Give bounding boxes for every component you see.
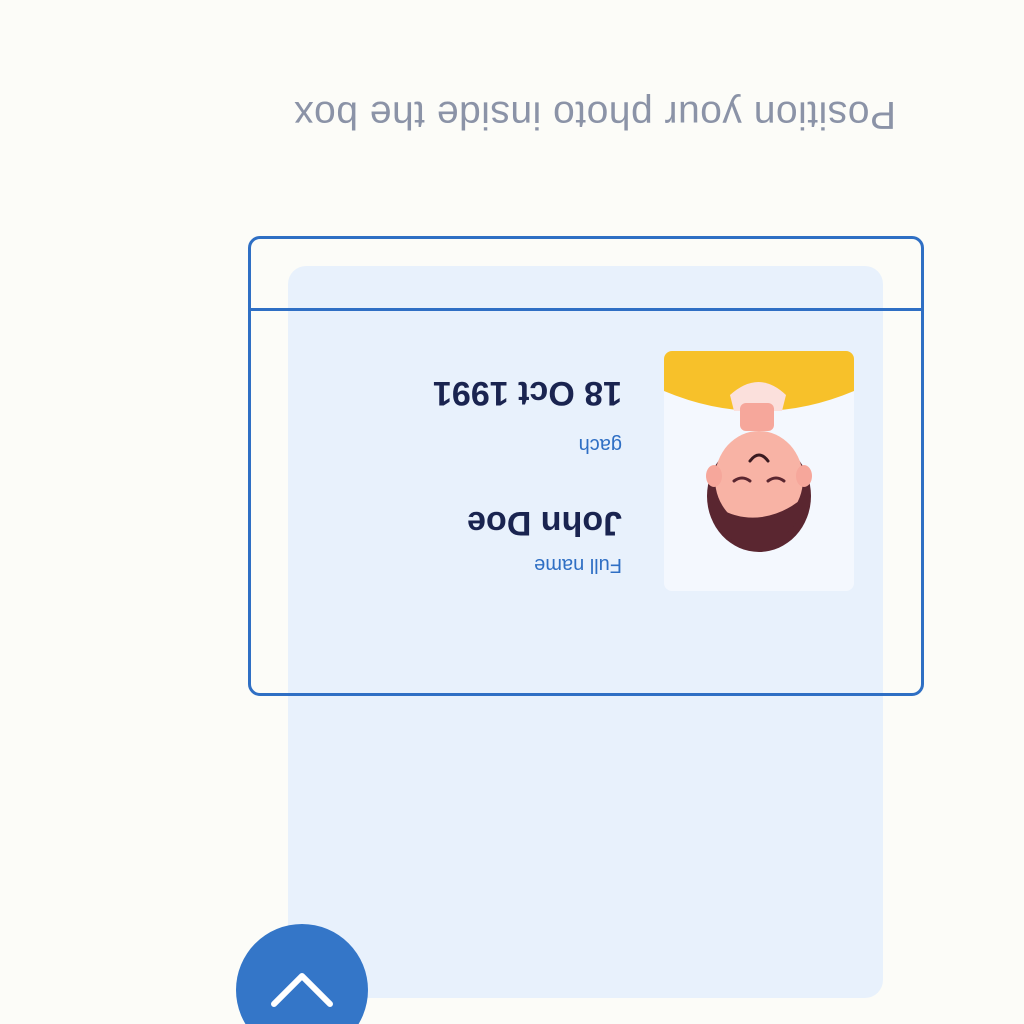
full-name-label: Full name — [534, 554, 622, 576]
avatar-neck — [740, 403, 774, 431]
screen: Position your photo inside the box Full … — [0, 0, 1024, 1024]
id-photo — [664, 351, 854, 591]
avatar-ear-left — [796, 465, 812, 487]
portrait-avatar-icon — [664, 351, 854, 552]
instruction-text: Position your photo inside the box — [293, 93, 896, 136]
dob-label: gach — [578, 434, 622, 456]
dob-value: 18 Oct 1991 — [432, 374, 622, 412]
rotated-stage: Position your photo inside the box Full … — [0, 0, 1024, 1024]
avatar-ear-right — [706, 465, 722, 487]
chevron-down-icon — [271, 973, 333, 1007]
full-name-value: John Doe — [467, 504, 622, 542]
frame-divider — [248, 308, 924, 311]
capture-button[interactable] — [236, 924, 368, 1024]
